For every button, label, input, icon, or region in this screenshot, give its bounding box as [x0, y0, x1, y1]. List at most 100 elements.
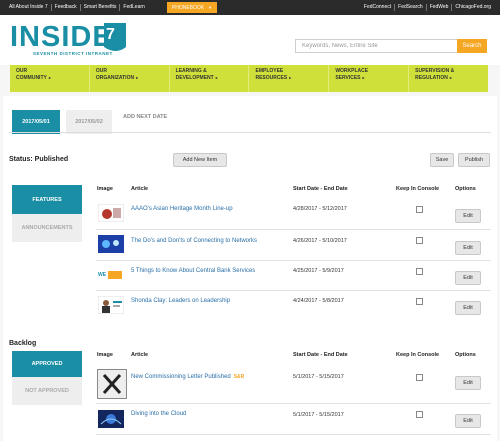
- caret-right-icon: ▸: [449, 74, 452, 80]
- logo-digit: 7: [106, 26, 115, 43]
- date-range: 5/1/2017 - 5/15/2017: [293, 374, 344, 380]
- link-fedconnect[interactable]: FedConnect: [361, 4, 394, 11]
- col-keep: Keep In Console: [396, 186, 440, 192]
- nav-label-line2: ORGANIZATION: [95, 74, 135, 81]
- keep-in-console-checkbox[interactable]: [416, 411, 423, 418]
- article-thumbnail: WE: [98, 266, 124, 284]
- save-button[interactable]: Save: [430, 153, 454, 167]
- nav-learning-development[interactable]: LEARNING & DEVELOPMENT ▸: [168, 65, 249, 92]
- col-options: Options: [455, 186, 476, 192]
- article-thumbnail: [98, 410, 124, 428]
- keep-in-console-checkbox[interactable]: [416, 298, 423, 305]
- backlog-heading: Backlog: [9, 340, 37, 347]
- nav-label-line2: DEVELOPMENT: [175, 74, 214, 81]
- article-title-link[interactable]: 5 Things to Know About Central Bank Serv…: [131, 268, 255, 274]
- article-title: New Commissioning Letter Published: [131, 374, 231, 380]
- divider: [9, 132, 491, 133]
- article-title-link[interactable]: New Commissioning Letter Published S&R: [131, 374, 244, 380]
- tab-date-1[interactable]: 2017/05/01: [12, 110, 60, 134]
- row-divider: [96, 229, 491, 230]
- caret-right-icon: ▸: [289, 74, 292, 80]
- row-divider: [96, 290, 491, 291]
- article-title-link[interactable]: The Do's and Don'ts of Connecting to Net…: [131, 238, 257, 244]
- link-fedweb[interactable]: FedWeb: [425, 4, 452, 11]
- category-badge: S&R: [233, 374, 245, 380]
- col-dates: Start Date - End Date: [293, 352, 348, 358]
- link-feedback[interactable]: Feedback: [52, 4, 81, 11]
- inside-logo[interactable]: INSIDE 7 SEVENTH DISTRICT INTRANET: [10, 21, 130, 61]
- utility-links-left: All About Inside 7 Feedback Smart Benefi…: [6, 0, 148, 15]
- article-title-link[interactable]: Shonda Clay: Leaders on Leadership: [131, 298, 230, 304]
- link-all-about-inside[interactable]: All About Inside 7: [6, 4, 52, 11]
- add-new-item-button[interactable]: Add New Item: [173, 153, 227, 167]
- publish-button[interactable]: Publish: [458, 153, 490, 167]
- date-range: 4/24/2017 - 5/8/2017: [293, 298, 344, 304]
- edit-button[interactable]: Edit: [455, 376, 481, 390]
- placeholder-image-icon: [97, 369, 127, 399]
- tab-announcements[interactable]: ANNOUNCEMENTS: [12, 214, 82, 242]
- article-thumbnail: [98, 235, 124, 253]
- date-range: 4/28/2017 - 5/12/2017: [293, 206, 347, 212]
- col-keep: Keep In Console: [396, 352, 440, 358]
- tab-date-2[interactable]: 2017/05/02: [66, 110, 112, 134]
- top-utility-bar: All About Inside 7 Feedback Smart Benefi…: [0, 0, 500, 15]
- date-range: 4/25/2017 - 5/9/2017: [293, 268, 344, 274]
- nav-employee-resources[interactable]: EMPLOYEE RESOURCES ▸: [248, 65, 328, 92]
- tab-not-approved[interactable]: NOT APPROVED: [12, 377, 82, 405]
- link-smart-benefits[interactable]: Smart Benefits: [81, 4, 121, 11]
- row-divider: [96, 403, 491, 404]
- caret-right-icon: ▸: [48, 74, 51, 80]
- keep-in-console-checkbox[interactable]: [416, 206, 423, 213]
- thumbnail-text: WE: [98, 272, 107, 278]
- caret-right-icon: ▸: [362, 74, 365, 80]
- article-thumbnail: [98, 204, 124, 222]
- add-next-date-link[interactable]: ADD NEXT DATE: [123, 114, 167, 120]
- main-navigation: OUR COMMUNITY ▸ OUR ORGANIZATION ▸ LEARNING …: [10, 65, 488, 92]
- site-header: INSIDE 7 SEVENTH DISTRICT INTRANET Searc…: [0, 15, 500, 65]
- article-title-link[interactable]: Diving into the Cloud: [131, 411, 186, 417]
- nav-our-organization[interactable]: OUR ORGANIZATION ▸: [88, 65, 169, 92]
- nav-label-line2: RESOURCES: [255, 74, 288, 81]
- phonebook-dropdown[interactable]: PHONEBOOK ▼: [167, 2, 217, 13]
- edit-button[interactable]: Edit: [455, 301, 481, 315]
- col-article: Article: [131, 186, 149, 192]
- article-thumbnail: [98, 296, 124, 314]
- phonebook-label: PHONEBOOK: [171, 4, 205, 11]
- col-options: Options: [455, 352, 476, 358]
- edit-button[interactable]: Edit: [455, 414, 481, 428]
- row-divider: [96, 260, 491, 261]
- tab-approved[interactable]: APPROVED: [12, 351, 82, 377]
- nav-label-line2: SERVICES: [335, 74, 361, 81]
- caret-right-icon: ▸: [215, 74, 218, 80]
- date-range: 5/1/2017 - 5/15/2017: [293, 412, 344, 418]
- thumbnail-graphic: [108, 271, 123, 279]
- col-image: Image: [97, 352, 113, 358]
- search-button[interactable]: Search: [457, 39, 487, 53]
- edit-button[interactable]: Edit: [455, 271, 481, 285]
- edit-button[interactable]: Edit: [455, 241, 481, 255]
- col-dates: Start Date - End Date: [293, 186, 348, 192]
- link-fedlearn[interactable]: FedLearn: [120, 4, 147, 11]
- edit-button[interactable]: Edit: [455, 209, 481, 223]
- link-chicagofed[interactable]: ChicagoFed.org: [451, 4, 494, 11]
- search-input[interactable]: [295, 39, 458, 53]
- date-range: 4/26/2017 - 5/10/2017: [293, 238, 347, 244]
- keep-in-console-checkbox[interactable]: [416, 237, 423, 244]
- link-fedsearch[interactable]: FedSearch: [394, 4, 425, 11]
- nav-supervision-regulation[interactable]: SUPERVISION & REGULATION ▸: [408, 65, 488, 92]
- col-image: Image: [97, 186, 113, 192]
- chevron-down-icon: ▼: [208, 5, 213, 10]
- col-article: Article: [131, 352, 149, 358]
- keep-in-console-checkbox[interactable]: [416, 374, 423, 381]
- article-title-link[interactable]: AAAO's Asian Heritage Month Line-up: [131, 206, 233, 212]
- row-divider: [96, 434, 491, 435]
- console-panel: 2017/05/01 2017/05/02 ADD NEXT DATE Stat…: [3, 96, 497, 441]
- nav-label-line2: COMMUNITY: [16, 74, 47, 81]
- nav-our-community[interactable]: OUR COMMUNITY ▸: [10, 65, 89, 92]
- nav-label-line2: REGULATION: [415, 74, 448, 81]
- logo-tagline: SEVENTH DISTRICT INTRANET: [33, 51, 113, 56]
- keep-in-console-checkbox[interactable]: [416, 268, 423, 275]
- nav-workplace-services[interactable]: WORKPLACE SERVICES ▸: [328, 65, 408, 92]
- tab-features[interactable]: FEATURES: [12, 185, 82, 214]
- caret-right-icon: ▸: [136, 74, 139, 80]
